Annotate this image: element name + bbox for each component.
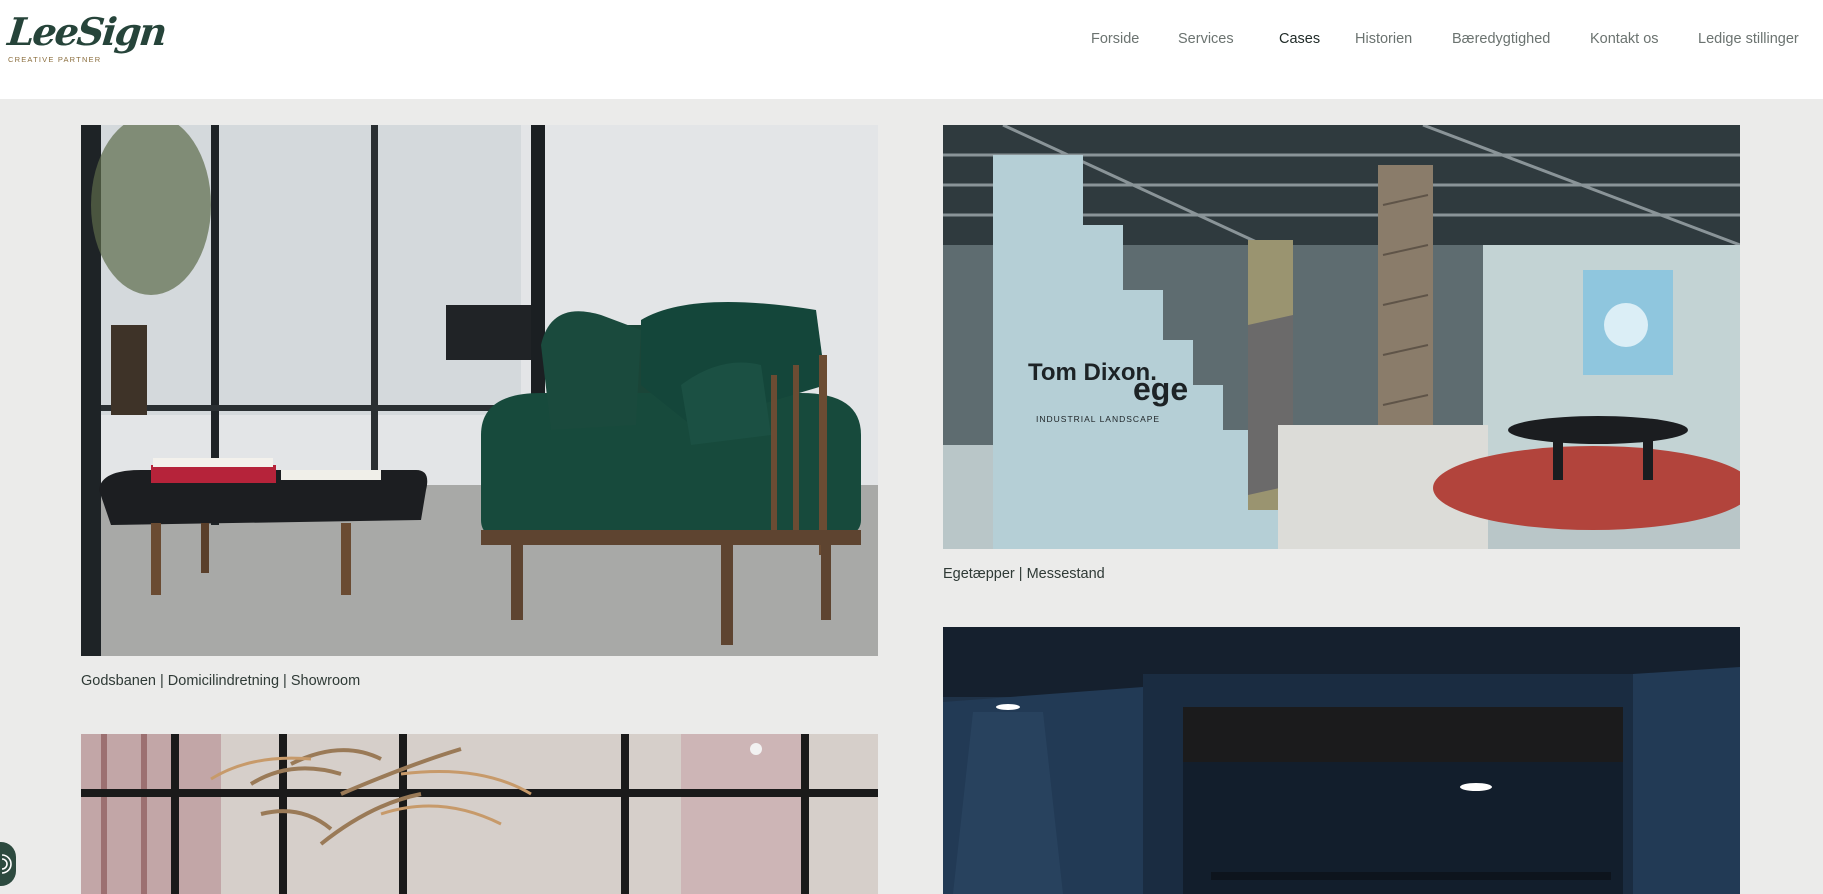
nav-item-baeredygtighed[interactable]: Bæredygtighed [1452, 28, 1550, 50]
case-image-fourth[interactable] [943, 627, 1740, 894]
stand-subtitle: INDUSTRIAL LANDSCAPE [1036, 414, 1160, 424]
case-caption[interactable]: Egetæpper | Messestand [943, 566, 1105, 582]
nav-item-cases[interactable]: Cases [1279, 28, 1320, 50]
nav-item-forside[interactable]: Forside [1091, 28, 1139, 50]
floral-interior-illustration [81, 734, 878, 894]
case-image-egetaepper[interactable]: Tom Dixon. ege INDUSTRIAL LANDSCAPE [943, 125, 1740, 549]
nav-item-kontakt-os[interactable]: Kontakt os [1590, 28, 1659, 50]
logo-tagline: CREATIVE PARTNER [8, 55, 102, 64]
site-header: LeeSign CREATIVE PARTNER Forside Service… [0, 0, 1823, 99]
case-caption[interactable]: Godsbanen | Domicilindretning | Showroom [81, 673, 360, 689]
nav-item-historien[interactable]: Historien [1355, 28, 1412, 50]
case-image-godsbanen[interactable] [81, 125, 878, 656]
logo-wordmark: LeeSign [5, 9, 168, 54]
showroom-illustration [81, 125, 878, 656]
logo[interactable]: LeeSign CREATIVE PARTNER [5, 9, 168, 70]
messestand-illustration: Tom Dixon. ege INDUSTRIAL LANDSCAPE [943, 125, 1740, 549]
accessibility-icon [2, 854, 12, 874]
nav-item-ledige-stillinger[interactable]: Ledige stillinger [1698, 28, 1799, 50]
accessibility-button[interactable] [0, 842, 16, 886]
nav-item-services[interactable]: Services [1178, 28, 1234, 50]
dark-interior-illustration [943, 627, 1740, 894]
case-image-third[interactable] [81, 734, 878, 894]
stand-brand-right: ege [1133, 371, 1188, 407]
